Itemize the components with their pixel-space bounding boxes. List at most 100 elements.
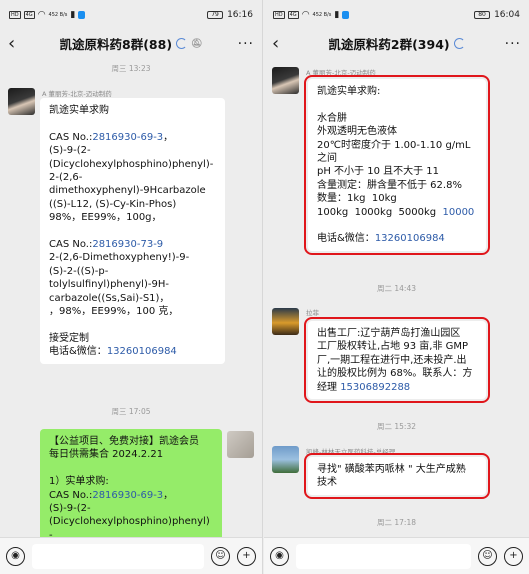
battery-icon: 80 xyxy=(474,11,491,19)
message-line: 水合肼 xyxy=(317,112,347,124)
message-line: 电话&微信：13260106984 xyxy=(317,233,445,245)
message-bubble[interactable]: 凯途实单求购 CAS No.:2816930-69-3， (S)-9-(2- (… xyxy=(40,98,225,364)
signal-icon: 4G xyxy=(287,11,299,19)
message-bubble[interactable]: 凯途实单求购: 水合肼 外观透明无色液体 20℃时密度介于 1.00-1.10 … xyxy=(304,75,490,255)
message-line: pH 不小于 10 且不大于 11 xyxy=(317,166,440,178)
message-line: 每日供需集合 2024.2.21 xyxy=(49,449,164,461)
own-message-bubble[interactable]: 【公益项目、免费对接】凯途会员 每日供需集合 2024.2.21 1）实单求购:… xyxy=(40,429,222,537)
message-line: 凯途实单求购 xyxy=(49,105,109,116)
net-speed: 452 B/s xyxy=(48,11,68,18)
message-line: 2-(2,6-Dimethoxypheny!)-9- xyxy=(49,252,190,264)
group-name: 凯途原料药8群(88) xyxy=(59,37,173,52)
message-line: ((S)-L12, (S)-Cy-Kin-Phos) xyxy=(49,198,177,210)
message-line: (Dicyclohexylphosphino)phenyl)- xyxy=(49,158,214,170)
message-line: 含量测定：肼含量不低于 62.8% xyxy=(317,179,462,191)
message-line: 凯途实单求购: xyxy=(317,86,381,97)
avatar[interactable] xyxy=(272,446,299,473)
wifi-icon: ◠ xyxy=(37,10,46,20)
plus-icon[interactable]: + xyxy=(504,546,523,566)
hd-icon: HD xyxy=(273,11,285,19)
message-line: CAS No.:2816930-69-3， xyxy=(49,131,174,143)
voice-icon[interactable]: ◉ xyxy=(6,546,25,566)
back-arrow-icon[interactable]: ‹ xyxy=(272,33,300,54)
message-line xyxy=(49,319,216,332)
message-bubble[interactable]: 出售工厂:辽宁葫芦岛打渔山园区 工厂股权转让,占地 93 亩,非 GMP 厂,一… xyxy=(304,316,490,404)
self-avatar[interactable] xyxy=(227,431,254,458)
sender-name: 拉菲 xyxy=(306,309,319,317)
message-line: 技术 xyxy=(317,477,337,489)
input-bar: ◉ ☺ + xyxy=(0,537,262,574)
mute-bell-icon: 🔕︎ xyxy=(191,38,203,49)
message-line: 100kg 1000kg 5000kg 10000 xyxy=(317,206,475,218)
input-bar: ◉ ☺ + xyxy=(264,537,529,574)
more-options-icon[interactable]: ··· xyxy=(226,36,254,52)
message-list[interactable]: A 董丽芳-北京-迈动制药 凯途实单求购: 水合肼 外观透明无色液体 20℃时密… xyxy=(264,57,529,537)
right-chat-screen: HD 4G ◠ 452 B/s ▮ 80 16:04 ‹ 凯途原料药2群(394… xyxy=(264,0,529,574)
message-line xyxy=(49,225,216,238)
signal-icon: 4G xyxy=(23,11,35,19)
message-line: CAS No.:2816930-73-9 xyxy=(49,239,164,251)
chat-header: ‹ 凯途原料药2群(394) ··· xyxy=(264,30,529,57)
timestamp: 周二 14:43 xyxy=(377,284,416,293)
timestamp: 周二 17:18 xyxy=(377,518,416,527)
clock: 16:04 xyxy=(494,10,520,20)
message-line: 让的股权比例为 68%。联系人：方 xyxy=(317,368,473,380)
sync-icon xyxy=(176,38,188,49)
message-line xyxy=(317,98,477,111)
status-bar: HD 4G ◠ 452 B/s ▮ 80 16:04 xyxy=(264,0,529,30)
sender-name: 凯峰-林林天立医药科技-总经理 xyxy=(306,448,396,456)
message-line: CAS No.:2816930-69-3， xyxy=(49,489,174,501)
message-line xyxy=(49,117,216,130)
message-line: ，98%，EE99%，100 克， xyxy=(49,306,179,318)
sender-name: A 董丽芳-北京-迈动制药 xyxy=(306,69,376,77)
emoji-icon[interactable]: ☺ xyxy=(478,546,497,566)
battery-icon: 79 xyxy=(207,11,224,19)
lock-icon: ▮ xyxy=(334,10,340,20)
message-line: 寻找" 磺酸苯丙哌林 " 大生产成熟 xyxy=(317,464,466,475)
hd-icon: HD xyxy=(9,11,21,19)
plus-icon[interactable]: + xyxy=(237,546,256,566)
message-line xyxy=(49,462,213,475)
status-bar: HD 4G ◠ 452 B/s ▮ 79 16:16 xyxy=(0,0,262,30)
back-arrow-icon[interactable]: ‹ xyxy=(8,33,36,54)
app-notification-icon xyxy=(342,11,350,19)
message-line: (S)-2-((S)-p- xyxy=(49,265,109,277)
emoji-icon[interactable]: ☺ xyxy=(211,546,230,566)
message-line: 2-(2,6- xyxy=(49,172,83,184)
message-line: 电话&微信：13260106984 xyxy=(49,346,177,358)
net-speed: 452 B/s xyxy=(312,11,332,18)
voice-icon[interactable]: ◉ xyxy=(270,546,289,566)
message-line: (S)-9-(2- xyxy=(49,145,91,157)
message-list[interactable]: 周三 13:23 A 董丽芳-北京-迈动制药 凯途实单求购 CAS No.:28… xyxy=(0,57,262,537)
message-bubble[interactable]: 寻找" 磺酸苯丙哌林 " 大生产成熟 技术 xyxy=(304,453,490,499)
message-input[interactable] xyxy=(32,543,204,569)
sync-icon xyxy=(453,38,465,49)
clock: 16:16 xyxy=(227,10,253,20)
left-chat-screen: HD 4G ◠ 452 B/s ▮ 79 16:16 ‹ 凯途原料药8群(88)… xyxy=(0,0,263,574)
group-title[interactable]: 凯途原料药8群(88) 🔕︎ xyxy=(36,34,226,53)
message-line: 1）实单求购: xyxy=(49,476,109,488)
message-line: 之间 xyxy=(317,153,337,165)
message-line: 【公益项目、免费对接】凯途会员 xyxy=(49,436,199,447)
message-line xyxy=(317,219,477,232)
avatar[interactable] xyxy=(272,67,299,94)
message-line: 接受定制 xyxy=(49,332,89,344)
lock-icon: ▮ xyxy=(70,10,76,20)
group-title[interactable]: 凯途原料药2群(394) xyxy=(300,34,493,53)
message-line: tolylsulfinyl)phenyl)-9H- xyxy=(49,279,169,291)
avatar[interactable] xyxy=(8,88,35,115)
message-input[interactable] xyxy=(296,543,471,569)
message-line: 98%，EE99%，100g， xyxy=(49,212,162,224)
message-line: dimethoxyphenyl)-9Hcarbazole xyxy=(49,185,206,197)
more-options-icon[interactable]: ··· xyxy=(493,36,521,52)
avatar[interactable] xyxy=(272,308,299,335)
wifi-icon: ◠ xyxy=(301,10,310,20)
message-line: (Dicyclohexylphosphino)phenyl)- xyxy=(49,516,210,537)
message-line: 数量：1kg 10kg xyxy=(317,193,397,205)
message-line: 厂,一期工程在进行中,还未投产.出 xyxy=(317,354,467,366)
message-line: (S)-9-(2- xyxy=(49,503,91,515)
message-line: 外观透明无色液体 xyxy=(317,126,397,138)
message-line: 经理 15306892288 xyxy=(317,381,411,393)
message-line: carbazole((Ss,Sai)-S1)， xyxy=(49,292,170,304)
app-notification-icon xyxy=(78,11,86,19)
